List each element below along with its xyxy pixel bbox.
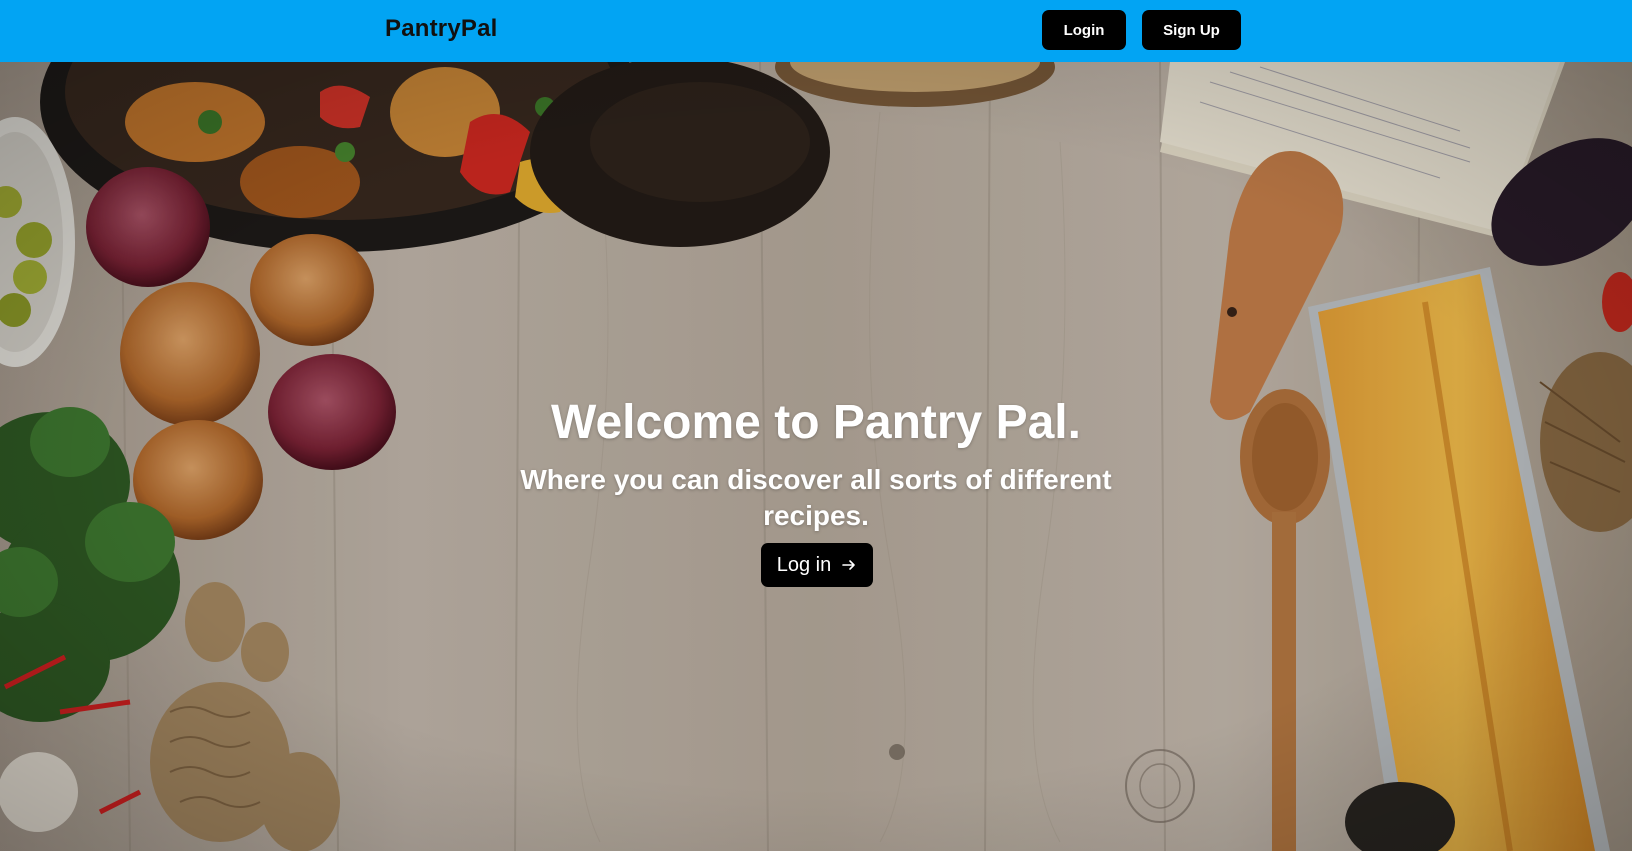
hero-background [0,62,1632,851]
hero-subtitle: Where you can discover all sorts of diff… [520,464,1112,531]
navbar: PantryPal Login Sign Up [0,0,1632,62]
hero-title: Welcome to Pantry Pal. [551,396,1081,449]
hero-login-button[interactable]: Log in [761,543,873,587]
kitchen-table-image [0,62,1632,851]
arrow-right-icon [841,557,857,573]
brand-logo[interactable]: PantryPal [385,15,498,43]
login-button[interactable]: Login [1042,10,1126,50]
signup-button[interactable]: Sign Up [1142,10,1241,50]
hero-login-label: Log in [776,553,832,576]
